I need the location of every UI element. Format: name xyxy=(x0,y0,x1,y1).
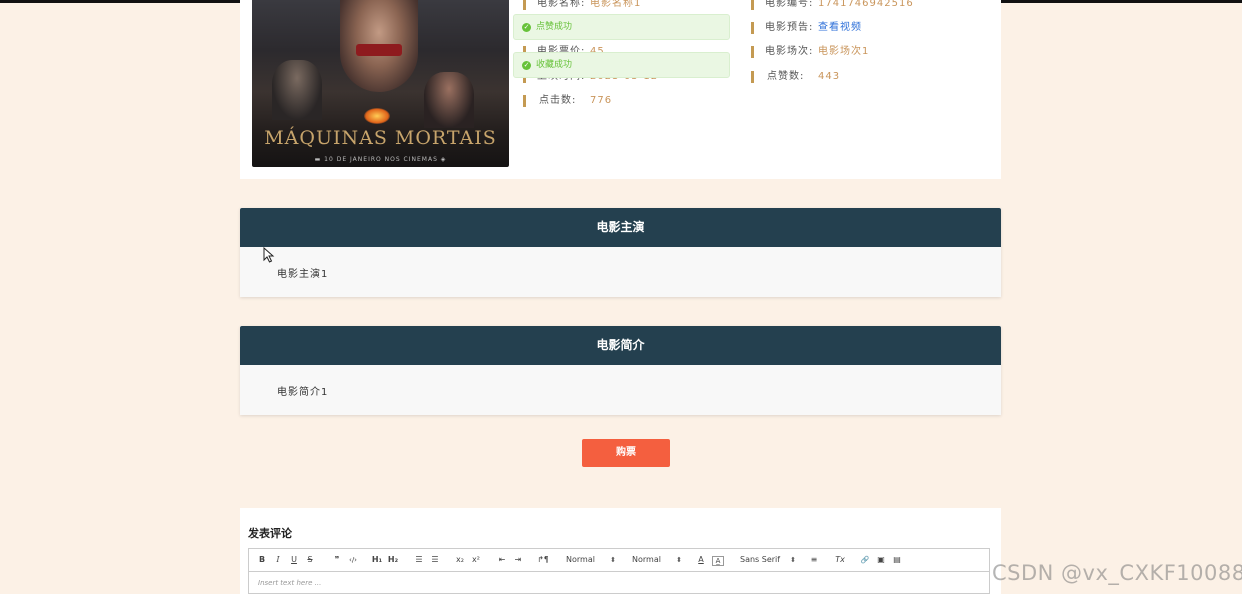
strike-button[interactable]: S xyxy=(305,549,315,571)
bold-button[interactable]: B xyxy=(257,549,267,571)
subscript-button[interactable]: x₂ xyxy=(454,549,466,571)
toast-like-success: ✓ 点赞成功 xyxy=(513,14,730,40)
section-cast: 电影主演 电影主演1 xyxy=(240,208,1001,297)
clean-format-button[interactable]: Tx xyxy=(834,549,846,571)
italic-button[interactable]: I xyxy=(273,549,283,571)
underline-button[interactable]: U xyxy=(289,549,299,571)
poster-subtitle: ▬ 10 DE JANEIRO NOS CINEMAS ◈ xyxy=(314,156,447,163)
updown-arrow-icon: ⬍ xyxy=(676,556,682,564)
updown-arrow-icon: ⬍ xyxy=(790,556,796,564)
size-picker[interactable]: Normal ⬍ xyxy=(566,549,616,571)
link-button[interactable]: 🔗 xyxy=(859,549,871,571)
h1-button[interactable]: H₁ xyxy=(371,549,383,571)
align-button[interactable]: ≡ xyxy=(808,549,820,571)
editor-toolbar: B I U S ❞ ‹/› H₁ H₂ ☰ ☰ x₂ x² ⇤ ⇥ ↱¶ Nor… xyxy=(248,548,990,572)
movie-poster: MÁQUINAS MORTAIS ▬ 10 DE JANEIRO NOS CIN… xyxy=(252,0,509,167)
view-video-link[interactable]: 查看视频 xyxy=(818,21,862,35)
section-synopsis: 电影简介 电影简介1 xyxy=(240,326,1001,415)
ordered-list-button[interactable]: ☰ xyxy=(413,549,425,571)
section-synopsis-title: 电影简介 xyxy=(240,326,1001,365)
quote-button[interactable]: ❞ xyxy=(331,549,343,571)
indent-button[interactable]: ⇥ xyxy=(512,549,524,571)
font-color-button[interactable]: A xyxy=(696,549,706,571)
toast-favorite-success: ✓ 收藏成功 xyxy=(513,52,730,78)
check-circle-icon: ✓ xyxy=(522,61,531,70)
h2-button[interactable]: H₂ xyxy=(387,549,399,571)
code-button[interactable]: ‹/› xyxy=(346,549,360,571)
header-picker[interactable]: Normal ⬍ xyxy=(632,549,682,571)
video-button[interactable]: ▤ xyxy=(891,549,903,571)
section-cast-content: 电影主演1 xyxy=(277,269,329,280)
bullet-list-button[interactable]: ☰ xyxy=(429,549,441,571)
section-synopsis-content: 电影简介1 xyxy=(277,387,329,398)
comment-card: 发表评论 B I U S ❞ ‹/› H₁ H₂ ☰ ☰ x₂ x² ⇤ ⇥ ↱… xyxy=(240,508,1001,594)
outdent-button[interactable]: ⇤ xyxy=(496,549,508,571)
superscript-button[interactable]: x² xyxy=(470,549,482,571)
check-circle-icon: ✓ xyxy=(522,23,531,32)
background-color-button[interactable]: A̲ xyxy=(712,556,724,566)
editor-placeholder: Insert text here ... xyxy=(258,579,322,587)
poster-title: MÁQUINAS MORTAIS xyxy=(264,127,497,149)
comment-editor[interactable]: Insert text here ... xyxy=(248,571,990,594)
font-picker[interactable]: Sans Serif ⬍ xyxy=(740,549,796,571)
watermark: CSDN @vx_CXKF10088 xyxy=(992,561,1242,585)
mouse-cursor-icon xyxy=(263,247,275,263)
text-direction-button[interactable]: ↱¶ xyxy=(536,549,550,571)
section-cast-title: 电影主演 xyxy=(240,208,1001,247)
image-button[interactable]: ▣ xyxy=(875,549,887,571)
updown-arrow-icon: ⬍ xyxy=(610,556,616,564)
buy-ticket-button[interactable]: 购票 xyxy=(582,439,670,467)
comment-title: 发表评论 xyxy=(248,527,292,540)
